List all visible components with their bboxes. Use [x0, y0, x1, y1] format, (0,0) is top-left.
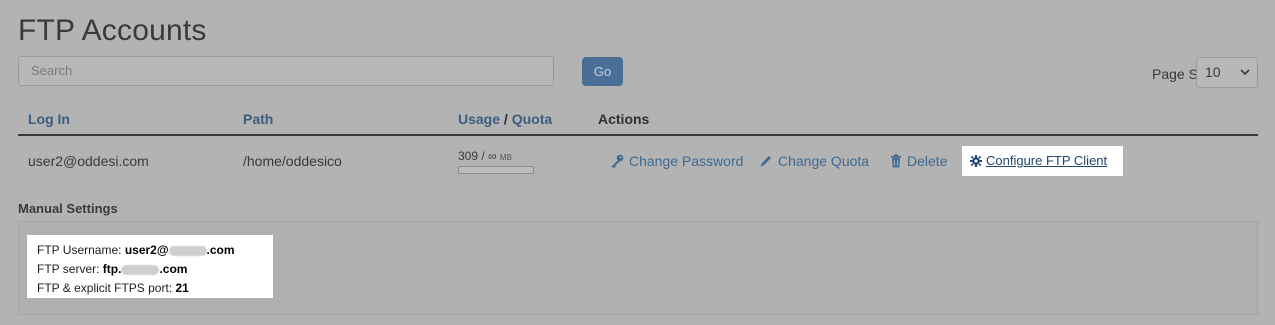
manual-port-value: 21	[175, 281, 189, 295]
manual-username-label: FTP Username:	[37, 243, 125, 257]
manual-username-suffix: .com	[206, 243, 235, 257]
chevron-down-icon	[1240, 58, 1250, 87]
manual-port-label: FTP & explicit FTPS port:	[37, 281, 176, 295]
header-path[interactable]: Path	[243, 111, 273, 127]
manual-server-label: FTP server:	[37, 262, 103, 276]
redacted-domain	[168, 245, 207, 256]
table-header-divider	[18, 134, 1258, 136]
manual-settings-label: Manual Settings	[18, 201, 118, 216]
trash-icon	[890, 154, 902, 168]
manual-server-prefix: ftp.	[102, 262, 122, 276]
usage-value: 309 / ∞	[458, 149, 497, 163]
redacted-domain	[121, 264, 160, 275]
header-actions: Actions	[598, 111, 650, 127]
configure-ftp-client-link[interactable]: Configure FTP Client	[970, 153, 1107, 168]
header-usage[interactable]: Usage	[458, 111, 500, 127]
row-path: /home/oddesico	[243, 153, 342, 169]
manual-username-prefix: user2@	[124, 243, 169, 257]
search-input[interactable]: Search	[18, 56, 554, 86]
manual-username: FTP Username: user2@ .com	[37, 243, 235, 257]
header-login[interactable]: Log In	[28, 111, 70, 127]
header-quota[interactable]: Quota	[512, 111, 552, 127]
usage-progress-bar	[458, 166, 534, 174]
row-usage: 309 / ∞ MB	[458, 149, 512, 163]
page-size-select[interactable]: 10	[1196, 57, 1258, 88]
header-usage-quota: Usage / Quota	[458, 111, 552, 127]
configure-ftp-client-label: Configure FTP Client	[986, 153, 1108, 168]
manual-port: FTP & explicit FTPS port: 21	[37, 281, 189, 295]
page-title: FTP Accounts	[18, 14, 207, 47]
usage-unit: MB	[499, 153, 512, 162]
change-password-link[interactable]: Change Password	[610, 153, 743, 169]
gear-icon	[970, 154, 982, 167]
page-size-value: 10	[1205, 64, 1221, 80]
header-usage-separator: /	[500, 111, 512, 127]
manual-server-suffix: .com	[159, 262, 188, 276]
delete-label: Delete	[907, 153, 948, 169]
change-quota-link[interactable]: Change Quota	[759, 153, 869, 169]
pencil-icon	[759, 154, 773, 168]
change-quota-label: Change Quota	[778, 153, 870, 169]
key-icon	[610, 154, 624, 168]
row-login: user2@oddesi.com	[28, 153, 149, 169]
change-password-label: Change Password	[629, 153, 744, 169]
go-button[interactable]: Go	[582, 57, 623, 86]
delete-link[interactable]: Delete	[890, 153, 947, 169]
manual-server: FTP server: ftp. .com	[37, 262, 187, 276]
